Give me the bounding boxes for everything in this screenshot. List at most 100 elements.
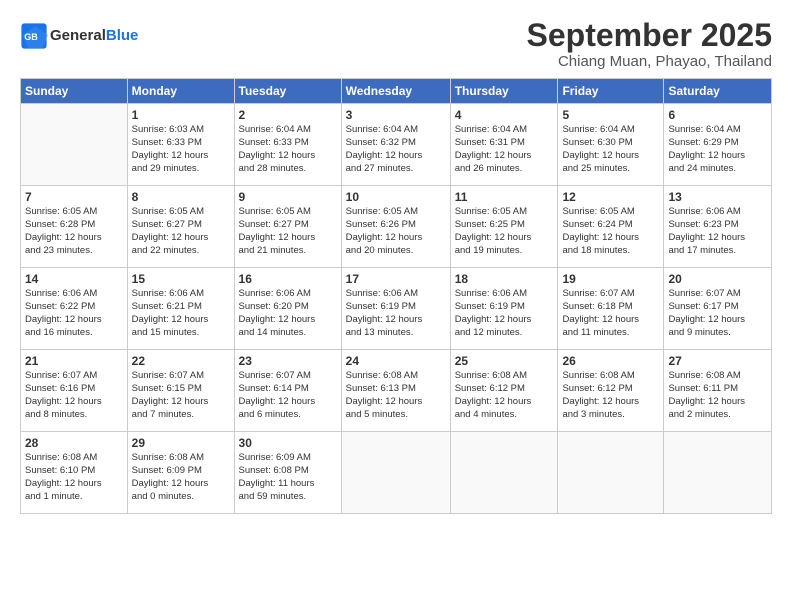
calendar-cell: 17 Sunrise: 6:06 AM Sunset: 6:19 PM Dayli… <box>341 268 450 350</box>
day-number: 11 <box>455 190 554 204</box>
subtitle: Chiang Muan, Phayao, Thailand <box>527 53 772 70</box>
cell-text: Sunrise: 6:06 AM Sunset: 6:19 PM Dayligh… <box>455 288 554 339</box>
day-number: 26 <box>562 354 659 368</box>
cell-text: Sunrise: 6:03 AM Sunset: 6:33 PM Dayligh… <box>132 124 230 175</box>
calendar-cell: 5 Sunrise: 6:04 AM Sunset: 6:30 PM Daylig… <box>558 104 664 186</box>
calendar-table: SundayMondayTuesdayWednesdayThursdayFrid… <box>20 78 772 514</box>
cell-text: Sunrise: 6:06 AM Sunset: 6:21 PM Dayligh… <box>132 288 230 339</box>
calendar-cell: 12Sunrise: 6:05 AM Sunset: 6:24 PM Dayli… <box>558 186 664 268</box>
day-number: 17 <box>346 272 446 286</box>
weekday-header-friday: Friday <box>558 79 664 104</box>
weekday-header-wednesday: Wednesday <box>341 79 450 104</box>
week-row-3: 14 Sunrise: 6:06 AM Sunset: 6:22 PM Dayli… <box>21 268 772 350</box>
cell-text: Sunrise: 6:06 AM Sunset: 6:22 PM Dayligh… <box>25 288 123 339</box>
calendar-cell: 20 Sunrise: 6:07 AM Sunset: 6:17 PM Dayli… <box>664 268 772 350</box>
cell-text: Sunrise: 6:07 AM Sunset: 6:15 PM Dayligh… <box>132 370 230 421</box>
calendar-cell: 22 Sunrise: 6:07 AM Sunset: 6:15 PM Dayli… <box>127 350 234 432</box>
logo-general: General <box>50 27 106 44</box>
day-number: 3 <box>346 108 446 122</box>
cell-text: Sunrise: 6:05 AM Sunset: 6:28 PM Dayligh… <box>25 206 123 257</box>
calendar-cell: 27 Sunrise: 6:08 AM Sunset: 6:11 PM Dayli… <box>664 350 772 432</box>
logo-icon: GB <box>20 22 48 50</box>
title-block: September 2025 Chiang Muan, Phayao, Thai… <box>527 18 772 70</box>
cell-text: Sunrise: 6:08 AM Sunset: 6:10 PM Dayligh… <box>25 452 123 503</box>
day-number: 16 <box>239 272 337 286</box>
day-number: 23 <box>239 354 337 368</box>
cell-text: Sunrise: 6:09 AM Sunset: 6:08 PM Dayligh… <box>239 452 337 503</box>
cell-text: Sunrise: 6:08 AM Sunset: 6:13 PM Dayligh… <box>346 370 446 421</box>
calendar-cell: 13 Sunrise: 6:06 AM Sunset: 6:23 PM Dayli… <box>664 186 772 268</box>
page: GB GeneralBlue September 2025 Chiang Mua… <box>0 0 792 524</box>
calendar-cell: 11 Sunrise: 6:05 AM Sunset: 6:25 PM Dayli… <box>450 186 558 268</box>
calendar-cell: 3Sunrise: 6:04 AM Sunset: 6:32 PM Daylig… <box>341 104 450 186</box>
day-number: 29 <box>132 436 230 450</box>
cell-text: Sunrise: 6:06 AM Sunset: 6:19 PM Dayligh… <box>346 288 446 339</box>
cell-text: Sunrise: 6:04 AM Sunset: 6:33 PM Dayligh… <box>239 124 337 175</box>
day-number: 7 <box>25 190 123 204</box>
calendar-cell: 30 Sunrise: 6:09 AM Sunset: 6:08 PM Dayli… <box>234 432 341 514</box>
cell-text: Sunrise: 6:08 AM Sunset: 6:12 PM Dayligh… <box>562 370 659 421</box>
day-number: 14 <box>25 272 123 286</box>
calendar-cell: 4Sunrise: 6:04 AM Sunset: 6:31 PM Daylig… <box>450 104 558 186</box>
day-number: 22 <box>132 354 230 368</box>
logo-text: GeneralBlue <box>50 27 138 45</box>
week-row-5: 28Sunrise: 6:08 AM Sunset: 6:10 PM Dayli… <box>21 432 772 514</box>
week-row-2: 7 Sunrise: 6:05 AM Sunset: 6:28 PM Daylig… <box>21 186 772 268</box>
cell-text: Sunrise: 6:05 AM Sunset: 6:25 PM Dayligh… <box>455 206 554 257</box>
day-number: 30 <box>239 436 337 450</box>
day-number: 18 <box>455 272 554 286</box>
svg-text:GB: GB <box>24 32 38 42</box>
logo: GB GeneralBlue <box>20 22 138 50</box>
day-number: 24 <box>346 354 446 368</box>
calendar-cell <box>664 432 772 514</box>
main-title: September 2025 <box>527 18 772 53</box>
cell-text: Sunrise: 6:06 AM Sunset: 6:23 PM Dayligh… <box>668 206 767 257</box>
header: GB GeneralBlue September 2025 Chiang Mua… <box>20 18 772 70</box>
weekday-header-row: SundayMondayTuesdayWednesdayThursdayFrid… <box>21 79 772 104</box>
cell-text: Sunrise: 6:08 AM Sunset: 6:12 PM Dayligh… <box>455 370 554 421</box>
day-number: 8 <box>132 190 230 204</box>
weekday-header-monday: Monday <box>127 79 234 104</box>
calendar-cell: 23Sunrise: 6:07 AM Sunset: 6:14 PM Dayli… <box>234 350 341 432</box>
logo-blue: Blue <box>106 27 139 44</box>
calendar-cell: 7 Sunrise: 6:05 AM Sunset: 6:28 PM Daylig… <box>21 186 128 268</box>
cell-text: Sunrise: 6:07 AM Sunset: 6:18 PM Dayligh… <box>562 288 659 339</box>
cell-text: Sunrise: 6:05 AM Sunset: 6:27 PM Dayligh… <box>132 206 230 257</box>
cell-text: Sunrise: 6:05 AM Sunset: 6:27 PM Dayligh… <box>239 206 337 257</box>
calendar-cell: 14 Sunrise: 6:06 AM Sunset: 6:22 PM Dayli… <box>21 268 128 350</box>
calendar-cell <box>558 432 664 514</box>
day-number: 4 <box>455 108 554 122</box>
weekday-header-sunday: Sunday <box>21 79 128 104</box>
cell-text: Sunrise: 6:04 AM Sunset: 6:30 PM Dayligh… <box>562 124 659 175</box>
calendar-cell: 29 Sunrise: 6:08 AM Sunset: 6:09 PM Dayli… <box>127 432 234 514</box>
day-number: 27 <box>668 354 767 368</box>
cell-text: Sunrise: 6:07 AM Sunset: 6:17 PM Dayligh… <box>668 288 767 339</box>
calendar-cell: 21 Sunrise: 6:07 AM Sunset: 6:16 PM Dayli… <box>21 350 128 432</box>
calendar-cell: 6Sunrise: 6:04 AM Sunset: 6:29 PM Daylig… <box>664 104 772 186</box>
calendar-cell: 24 Sunrise: 6:08 AM Sunset: 6:13 PM Dayli… <box>341 350 450 432</box>
day-number: 21 <box>25 354 123 368</box>
cell-text: Sunrise: 6:08 AM Sunset: 6:11 PM Dayligh… <box>668 370 767 421</box>
day-number: 1 <box>132 108 230 122</box>
calendar-cell: 15 Sunrise: 6:06 AM Sunset: 6:21 PM Dayli… <box>127 268 234 350</box>
calendar-cell: 8 Sunrise: 6:05 AM Sunset: 6:27 PM Daylig… <box>127 186 234 268</box>
cell-text: Sunrise: 6:08 AM Sunset: 6:09 PM Dayligh… <box>132 452 230 503</box>
calendar-cell: 26 Sunrise: 6:08 AM Sunset: 6:12 PM Dayli… <box>558 350 664 432</box>
calendar-cell <box>450 432 558 514</box>
cell-text: Sunrise: 6:05 AM Sunset: 6:24 PM Dayligh… <box>562 206 659 257</box>
cell-text: Sunrise: 6:07 AM Sunset: 6:16 PM Dayligh… <box>25 370 123 421</box>
weekday-header-thursday: Thursday <box>450 79 558 104</box>
calendar-cell: 16Sunrise: 6:06 AM Sunset: 6:20 PM Dayli… <box>234 268 341 350</box>
day-number: 13 <box>668 190 767 204</box>
day-number: 15 <box>132 272 230 286</box>
cell-text: Sunrise: 6:05 AM Sunset: 6:26 PM Dayligh… <box>346 206 446 257</box>
weekday-header-tuesday: Tuesday <box>234 79 341 104</box>
calendar-cell: 25Sunrise: 6:08 AM Sunset: 6:12 PM Dayli… <box>450 350 558 432</box>
calendar-cell: 1 Sunrise: 6:03 AM Sunset: 6:33 PM Daylig… <box>127 104 234 186</box>
day-number: 9 <box>239 190 337 204</box>
weekday-header-saturday: Saturday <box>664 79 772 104</box>
day-number: 20 <box>668 272 767 286</box>
day-number: 5 <box>562 108 659 122</box>
calendar-cell: 28Sunrise: 6:08 AM Sunset: 6:10 PM Dayli… <box>21 432 128 514</box>
calendar-cell: 2Sunrise: 6:04 AM Sunset: 6:33 PM Daylig… <box>234 104 341 186</box>
